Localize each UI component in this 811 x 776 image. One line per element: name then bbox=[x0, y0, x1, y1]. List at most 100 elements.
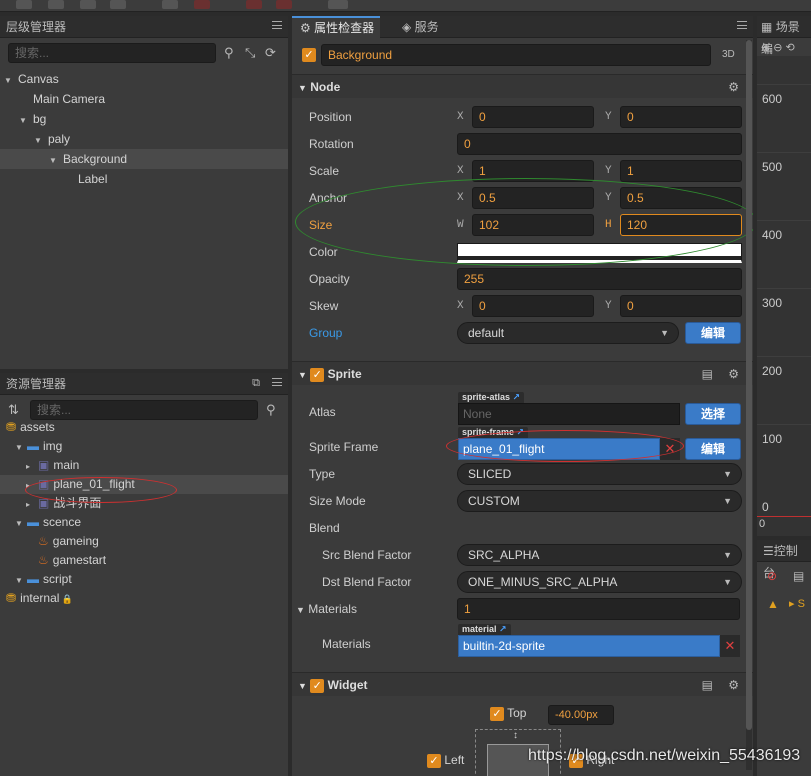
sprite-frame-edit-button[interactable]: 编辑 bbox=[685, 438, 741, 460]
materials-label: Materials bbox=[322, 637, 371, 651]
widget-top-checkbox[interactable]: ✓ Top bbox=[490, 706, 526, 721]
pivot-toggle-icon[interactable] bbox=[162, 0, 178, 9]
link-icon[interactable]: ↗ bbox=[499, 624, 507, 634]
asset-item[interactable]: ♨ gamestart bbox=[0, 551, 288, 570]
caret-icon[interactable]: ▸ bbox=[26, 457, 36, 476]
rect-tool-icon[interactable] bbox=[110, 0, 126, 9]
materials-count-label[interactable]: ▼ Materials bbox=[296, 598, 357, 620]
caret-down-icon[interactable]: ▼ bbox=[4, 71, 14, 91]
clear-console-icon[interactable]: ⊘ bbox=[767, 569, 777, 583]
play-button-icon[interactable] bbox=[246, 0, 262, 9]
hierarchy-node[interactable]: ▼ Canvas bbox=[0, 69, 288, 89]
settings-gear-icon[interactable]: ⚙ bbox=[728, 362, 739, 386]
hierarchy-node[interactable]: ▼ Background bbox=[0, 149, 288, 169]
rotate-tool-icon[interactable] bbox=[48, 0, 64, 9]
src-blend-select[interactable]: SRC_ALPHA bbox=[457, 544, 742, 566]
maximize-icon[interactable]: ⧉ bbox=[252, 376, 260, 390]
hierarchy-tabbar: 层级管理器 bbox=[0, 16, 288, 38]
refresh-icon[interactable]: ⟳ bbox=[265, 46, 276, 60]
node-section-header[interactable]: ▼ Node ⚙ bbox=[292, 74, 753, 98]
atlas-input[interactable]: None bbox=[458, 403, 680, 425]
opacity-input[interactable]: 255 bbox=[457, 268, 742, 290]
zoom-in-icon[interactable]: ⊕ ⊖ ⟲ bbox=[761, 41, 795, 54]
3d-toggle-icon[interactable] bbox=[328, 0, 348, 9]
widget-left-checkbox[interactable]: ✓ Left bbox=[427, 753, 464, 768]
sprite-section-header[interactable]: ▼ ✓ Sprite ▤ ⚙ bbox=[292, 361, 753, 385]
menu-icon[interactable] bbox=[737, 21, 747, 29]
hierarchy-node[interactable]: Label bbox=[0, 169, 288, 189]
caret-down-icon[interactable]: ▼ bbox=[34, 131, 44, 151]
caret-icon[interactable]: ▼ bbox=[15, 438, 25, 457]
scrollbar-thumb[interactable] bbox=[746, 40, 752, 730]
group-select[interactable]: default bbox=[457, 322, 679, 344]
rotation-input[interactable]: 0 bbox=[457, 133, 742, 155]
refresh-button-icon[interactable] bbox=[276, 0, 292, 9]
tab-console[interactable]: ☰控制台 bbox=[757, 540, 811, 580]
caret-icon[interactable]: ▼ bbox=[15, 571, 25, 590]
link-icon[interactable]: ↗ bbox=[513, 392, 521, 402]
asset-item[interactable]: ▼ ▬ script bbox=[0, 570, 288, 589]
sprite-enabled-checkbox[interactable]: ✓ bbox=[310, 367, 325, 382]
atlas-select-button[interactable]: 选择 bbox=[685, 403, 741, 425]
skew-y-input[interactable]: 0 bbox=[620, 295, 742, 317]
tab-scene[interactable]: ▦ 场景编 bbox=[757, 16, 811, 56]
assets-search-input[interactable]: 搜索... bbox=[30, 400, 258, 420]
dst-blend-select[interactable]: ONE_MINUS_SRC_ALPHA bbox=[457, 571, 742, 593]
scene-canvas[interactable]: 600 500 400 300 200 100 0 0 bbox=[757, 56, 811, 536]
group-label[interactable]: Group bbox=[309, 322, 342, 344]
book-icon[interactable]: ▤ bbox=[702, 362, 713, 386]
menu-icon[interactable] bbox=[272, 21, 282, 29]
folder-icon: ▬ bbox=[27, 515, 39, 529]
scene-tabbar: ▦ 场景编 bbox=[757, 16, 811, 56]
caret-down-icon[interactable]: ▼ bbox=[49, 151, 59, 171]
3d-badge[interactable]: 3D bbox=[722, 49, 735, 60]
position-y-input[interactable]: 0 bbox=[620, 106, 742, 128]
open-log-icon[interactable]: ▤ bbox=[793, 569, 804, 583]
caret-down-icon[interactable]: ▼ bbox=[19, 111, 29, 131]
hierarchy-node[interactable]: Main Camera bbox=[0, 89, 288, 109]
widget-section-header[interactable]: ▼ ✓ Widget ▤ ⚙ bbox=[292, 672, 753, 696]
hierarchy-search-input[interactable]: 搜索... bbox=[8, 43, 216, 63]
widget-enabled-checkbox[interactable]: ✓ bbox=[310, 678, 325, 693]
local-toggle-icon[interactable] bbox=[194, 0, 210, 9]
hierarchy-title[interactable]: 层级管理器 bbox=[0, 16, 72, 38]
settings-gear-icon[interactable]: ⚙ bbox=[728, 75, 739, 99]
hierarchy-node[interactable]: ▼ bg bbox=[0, 109, 288, 129]
assets-title[interactable]: 资源管理器 bbox=[0, 373, 72, 395]
search-icon[interactable]: ⚲ bbox=[266, 403, 276, 417]
skew-x-input[interactable]: 0 bbox=[472, 295, 594, 317]
scale-tool-icon[interactable] bbox=[80, 0, 96, 9]
caret-icon[interactable]: ▼ bbox=[15, 514, 25, 533]
book-icon[interactable]: ▤ bbox=[702, 673, 713, 697]
materials-count-input[interactable]: 1 bbox=[457, 598, 740, 620]
tab-inspector[interactable]: ⚙ 属性检查器 bbox=[292, 16, 381, 38]
asset-item[interactable]: ▸ ▣ main bbox=[0, 456, 288, 475]
size-mode-select[interactable]: CUSTOM bbox=[457, 490, 742, 512]
node-active-checkbox[interactable]: ✓ bbox=[302, 47, 316, 62]
asset-item[interactable]: ▼ ▬ scence bbox=[0, 513, 288, 532]
asset-item[interactable]: ♨ gameing bbox=[0, 532, 288, 551]
clear-icon[interactable]: ✕ bbox=[720, 635, 740, 657]
type-select[interactable]: SLICED bbox=[457, 463, 742, 485]
scale-y-input[interactable]: 1 bbox=[620, 160, 742, 182]
search-icon[interactable]: ⚲ bbox=[224, 46, 234, 60]
hierarchy-node[interactable]: ▼ paly bbox=[0, 129, 288, 149]
settings-gear-icon[interactable]: ⚙ bbox=[728, 673, 739, 697]
node-name-input[interactable]: Background bbox=[321, 44, 711, 66]
asset-item[interactable]: ⛃ assets bbox=[0, 418, 288, 437]
warning-icon: ▲ bbox=[767, 597, 779, 611]
material-input[interactable]: builtin-2d-sprite bbox=[458, 635, 720, 657]
scrollbar[interactable] bbox=[746, 40, 752, 770]
position-x-input[interactable]: 0 bbox=[472, 106, 594, 128]
sort-icon[interactable]: ⇅ bbox=[8, 403, 19, 417]
caret-icon[interactable]: ▸ bbox=[26, 495, 36, 514]
widget-top-input[interactable]: -40.00px bbox=[548, 705, 614, 725]
group-edit-button[interactable]: 编辑 bbox=[685, 322, 741, 344]
asset-item[interactable]: ▼ ▬ img bbox=[0, 437, 288, 456]
collapse-icon[interactable]: ⤡ bbox=[245, 46, 255, 60]
move-tool-icon[interactable] bbox=[16, 0, 32, 9]
tab-service[interactable]: ◈ 服务 bbox=[396, 16, 445, 38]
node-section-title: Node bbox=[310, 80, 341, 94]
asset-item[interactable]: ⛃ internal 🔒 bbox=[0, 589, 288, 608]
menu-icon[interactable] bbox=[272, 378, 282, 386]
